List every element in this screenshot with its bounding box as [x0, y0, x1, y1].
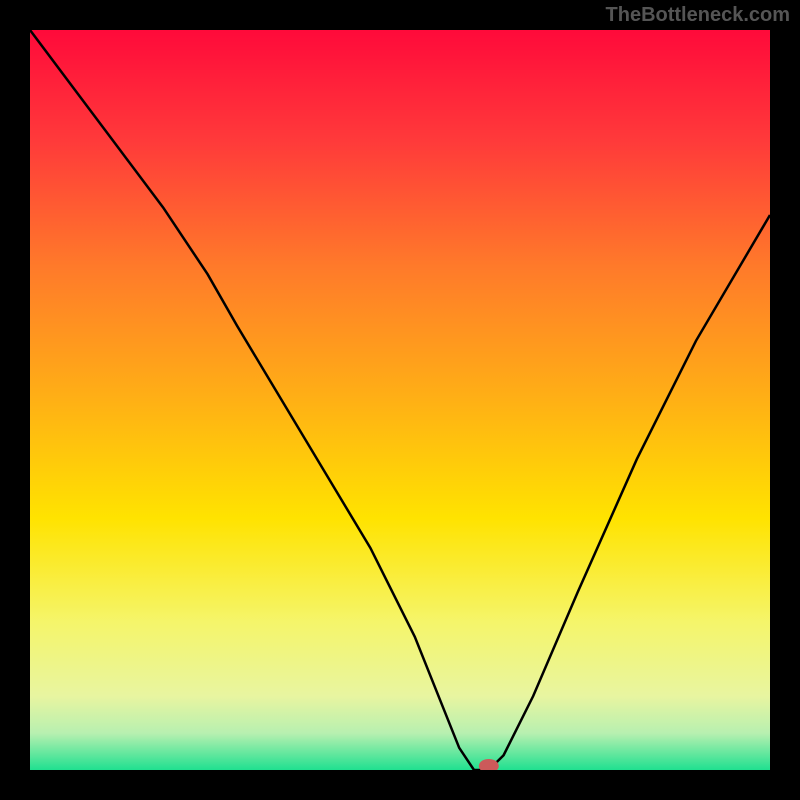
gradient-background: [30, 30, 770, 770]
watermark-text: TheBottleneck.com: [606, 4, 790, 27]
chart-svg: [30, 30, 770, 770]
bottleneck-chart: [30, 30, 770, 770]
